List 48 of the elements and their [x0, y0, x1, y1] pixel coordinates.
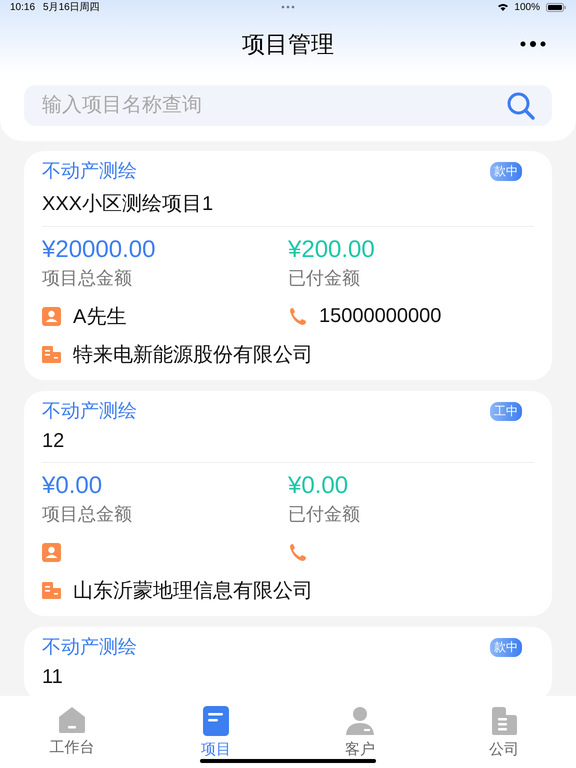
phone-number[interactable]: 15000000000 [319, 304, 442, 328]
status-date: 5月16日周四 [43, 1, 100, 14]
status-badge: 款中 [490, 638, 522, 656]
company-icon [42, 582, 61, 598]
total-amount-label: 项目总金额 [42, 503, 133, 526]
company-name: 特来电新能源股份有限公司 [73, 342, 313, 368]
phone-icon [288, 542, 307, 562]
house-icon [57, 706, 87, 734]
person-icon [42, 306, 61, 326]
status-time: 10:16 [10, 2, 36, 12]
contact-name: A先生 [73, 304, 126, 330]
paid-amount-label: 已付金额 [288, 267, 361, 290]
document-icon [203, 706, 229, 736]
tab[interactable]: 客户 [288, 696, 432, 768]
tab[interactable]: 项目 [144, 696, 288, 768]
project-name: XXX小区测绘项目1 [42, 192, 214, 217]
tab[interactable]: 公司 [432, 696, 576, 768]
paid-amount: ¥0.00 [288, 472, 350, 500]
project-card[interactable]: 不动产测绘 款中 11 [24, 627, 552, 696]
status-badge: 款中 [490, 162, 522, 180]
paid-amount-label: 已付金额 [288, 503, 361, 526]
page-title: 项目管理 [242, 30, 334, 58]
wifi-icon [498, 3, 508, 11]
status-badge: 工中 [490, 402, 522, 420]
total-amount: ¥20000.00 [42, 236, 156, 264]
battery-icon [546, 2, 566, 12]
project-card[interactable]: 不动产测绘 款中 XXX小区测绘项目1 ¥20000.00 项目总金额 ¥200.00 已付金额 A先生 15000000000 特来电新能源股份有限公司 [24, 151, 552, 380]
total-amount: ¥0.00 [42, 472, 104, 500]
phone-icon [288, 306, 307, 326]
search-icon[interactable] [506, 91, 536, 121]
project-name: 12 [42, 430, 66, 453]
project-category: 不动产测绘 [42, 636, 137, 660]
battery-level: 100% [514, 2, 540, 12]
building-icon [490, 706, 518, 736]
paid-amount: ¥200.00 [288, 236, 376, 264]
more-icon[interactable] [520, 41, 546, 47]
person-icon [42, 542, 61, 562]
project-category: 不动产测绘 [42, 400, 137, 424]
project-name: 11 [42, 666, 64, 689]
tab[interactable]: 工作台 [0, 696, 144, 768]
search-field[interactable]: 输入项目名称查询 [24, 85, 552, 126]
dots-icon [281, 5, 295, 9]
company-icon [42, 346, 61, 362]
company-name: 山东沂蒙地理信息有限公司 [73, 578, 313, 604]
total-amount-label: 项目总金额 [42, 267, 133, 290]
person-icon [345, 706, 375, 736]
project-card[interactable]: 不动产测绘 工中 12 ¥0.00 项目总金额 ¥0.00 已付金额 山东沂蒙地理信息有限公司 [24, 391, 552, 616]
project-category: 不动产测绘 [42, 160, 137, 184]
